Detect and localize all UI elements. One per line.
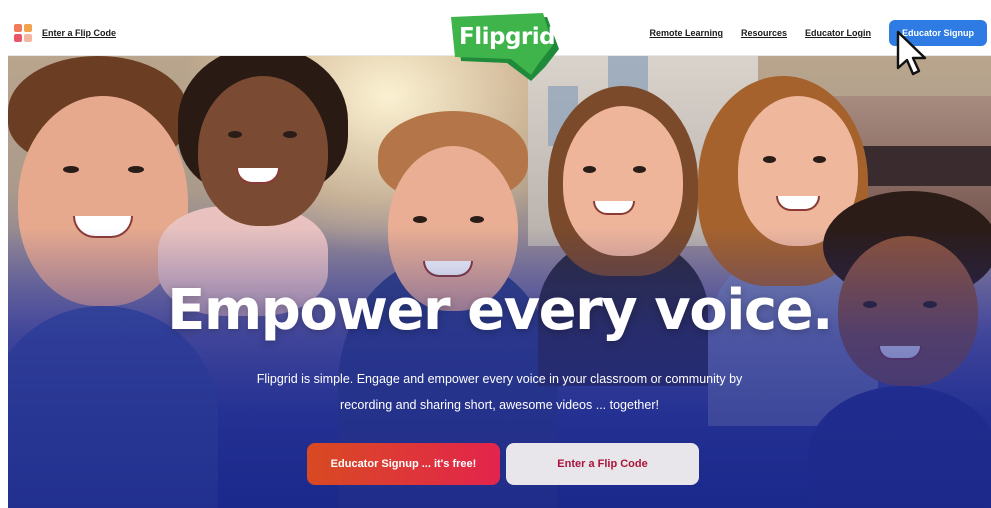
mouse-pointer-icon [896,30,927,76]
enter-flip-code-link[interactable]: Enter a Flip Code [42,28,116,38]
nav-link-educator-login[interactable]: Educator Login [805,28,871,38]
educator-signup-free-button[interactable]: Educator Signup ... it's free! [307,443,500,485]
hero-subtext: Flipgrid is simple. Engage and empower e… [208,366,791,418]
nav-right-group: Remote Learning Resources Educator Login… [649,20,987,46]
hero-subtext-line-2: recording and sharing short, awesome vid… [340,398,659,412]
hero-section: Empower every voice. Flipgrid is simple.… [8,56,991,508]
flipgrid-logo[interactable]: Flipgrid [447,11,565,83]
logo-text: Flipgrid [459,24,556,50]
enter-flip-code-button[interactable]: Enter a Flip Code [506,443,699,485]
nav-link-remote-learning[interactable]: Remote Learning [649,28,723,38]
page: Enter a Flip Code Remote Learning Resour… [0,0,991,508]
hero-subtext-line-1: Flipgrid is simple. Engage and empower e… [256,372,743,386]
nav-left-group: Enter a Flip Code [14,24,116,42]
apps-grid-icon[interactable] [14,24,32,42]
hero-headline: Empower every voice. [167,278,833,343]
nav-link-resources[interactable]: Resources [741,28,787,38]
